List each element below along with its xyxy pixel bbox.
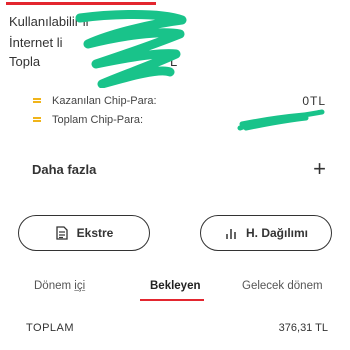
statement-button[interactable]: Ekstre [18,215,150,251]
internet-limit-label: İnternet li [9,35,63,50]
tab-current-prefix: Dönem [34,280,75,292]
active-tab-indicator [140,299,204,301]
distribution-button[interactable]: H. Dağılımı [200,215,332,251]
total-limit-label: Topla [9,54,41,69]
statement-label: Ekstre [76,226,114,240]
coin-stack-icon [32,115,42,125]
earned-chip-row: Kazanılan Chip-Para: 0TL [32,94,326,108]
earned-chip-value: 0TL [302,94,326,108]
tab-next-period[interactable]: Gelecek dönem [242,280,323,292]
redaction-scribble [75,10,187,88]
document-icon [55,226,68,240]
redacted-value-scribble [237,109,325,131]
card-detail-screen: Kullanılabilir li İnternet li Topla L Ka… [0,0,350,350]
more-row[interactable]: Daha fazla + [32,158,326,180]
total-chip-row: Toplam Chip-Para: [32,108,326,132]
accent-bar [6,2,156,5]
tab-current-period[interactable]: Dönem içi [34,280,85,292]
period-tabs: Dönem içi Bekleyen Gelecek dönem [0,276,350,306]
plus-icon[interactable]: + [313,158,326,180]
coin-stack-icon [32,96,42,106]
total-chip-label: Toplam Chip-Para: [52,114,144,126]
total-label: TOPLAM [26,322,75,334]
bar-chart-icon [226,229,236,239]
total-row: TOPLAM 376,31 TL [26,322,328,334]
total-value: 376,31 TL [278,322,328,334]
earned-chip-label: Kazanılan Chip-Para: [52,95,157,107]
tab-pending[interactable]: Bekleyen [150,280,201,292]
tab-current-suffix: içi [74,280,86,292]
distribution-label: H. Dağılımı [245,226,308,240]
more-label: Daha fazla [32,161,97,177]
